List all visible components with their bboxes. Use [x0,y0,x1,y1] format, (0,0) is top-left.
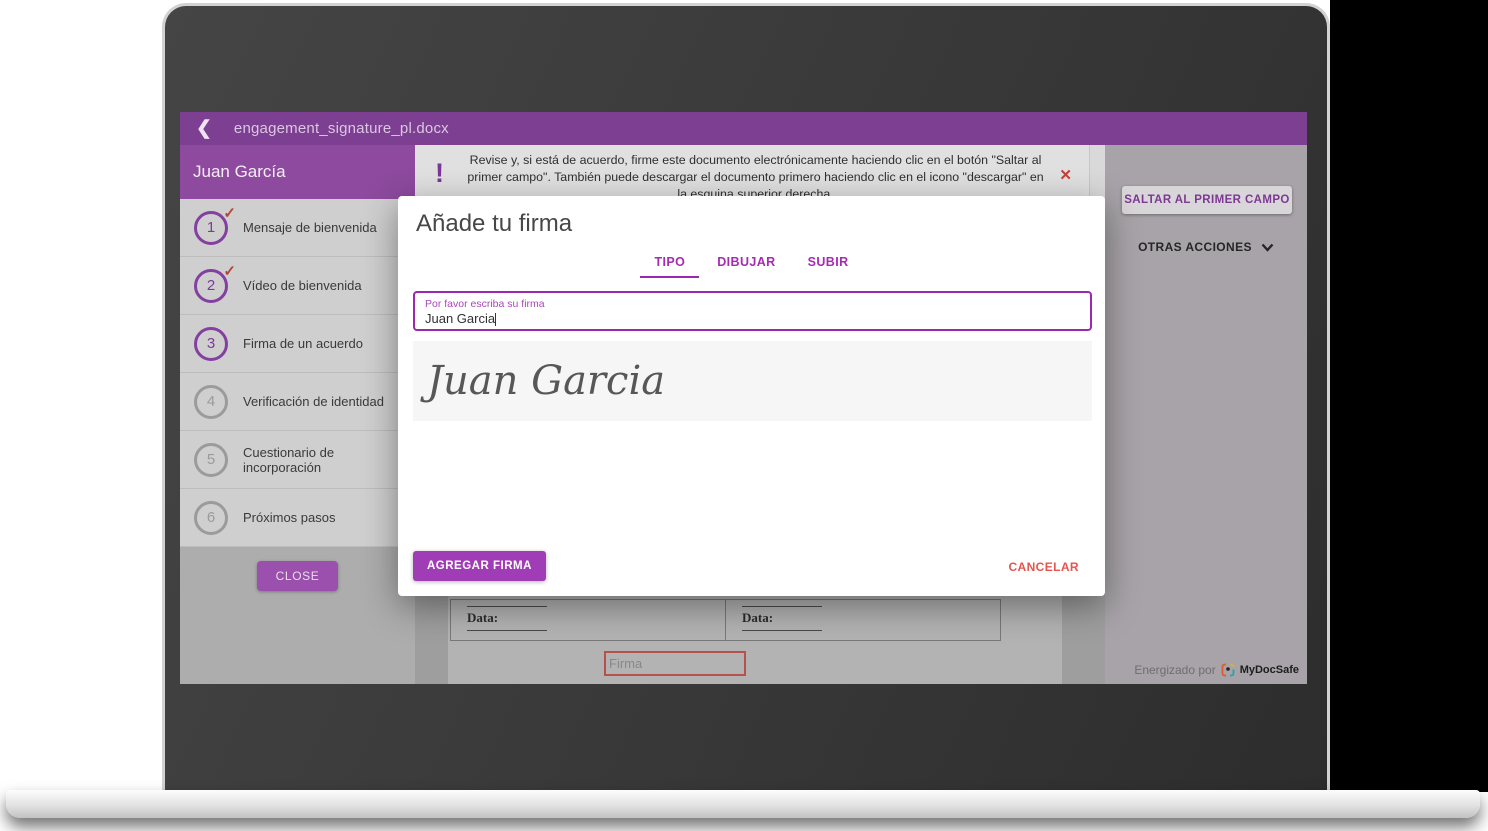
add-signature-modal: Añade tu firma TIPO DIBUJAR SUBIR Por fa… [398,196,1105,596]
step-number-circle: 5 [194,443,228,477]
modal-title: Añade tu firma [416,210,572,238]
actions-panel: SALTAR AL PRIMER CAMPO OTRAS ACCIONES En… [1105,145,1307,684]
sidebar-item-verificacion-de-identidad[interactable]: 4 Verificación de identidad [180,373,415,431]
data-label: Data: [742,610,1000,626]
steps-sidebar: Juan García 1 ✓ Mensaje de bienvenida 2 … [180,145,415,684]
signature-input-label: Por favor escriba su firma [425,298,1080,310]
signature-field[interactable]: Firma [604,651,746,676]
text-caret [495,313,496,326]
signer-name: Juan García [180,145,415,199]
more-actions-label: OTRAS ACCIONES [1138,240,1252,254]
signature-tabs: TIPO DIBUJAR SUBIR [398,246,1105,278]
check-icon: ✓ [223,204,236,222]
step-label: Próximos pasos [243,510,335,525]
step-number-circle: 3 [194,327,228,361]
device-mockup: ❮ engagement_signature_pl.docx Juan Garc… [0,0,1488,831]
powered-by-label: Energizado por [1134,663,1215,677]
date-line [467,629,547,631]
table-cell-right: Data: [725,600,1000,640]
laptop-base [6,790,1480,818]
document-signature-table: Data: Data: [450,599,1001,641]
signature-preview: Juan Garcia [413,341,1092,421]
sidebar-item-firma-de-un-acuerdo[interactable]: 3 Firma de un acuerdo [180,315,415,373]
add-signature-button[interactable]: AGREGAR FIRMA [413,551,546,581]
chevron-down-icon [1261,243,1274,252]
tab-subir[interactable]: SUBIR [794,246,863,278]
tab-tipo[interactable]: TIPO [640,246,699,278]
signature-input-value: Juan Garcia [425,311,1080,326]
date-line [742,629,822,631]
close-button[interactable]: CLOSE [257,561,339,591]
step-label: Vídeo de bienvenida [243,278,362,293]
document-filename: engagement_signature_pl.docx [234,120,449,137]
more-actions-dropdown[interactable]: OTRAS ACCIONES [1105,240,1307,254]
table-cell-left: Data: [451,600,725,640]
signature-line [742,605,822,607]
signature-text-input[interactable]: Por favor escriba su firma Juan Garcia [413,291,1092,331]
sidebar-item-cuestionario-de-incorporacion[interactable]: 5 Cuestionario de incorporación [180,431,415,489]
check-icon: ✓ [223,262,236,280]
step-label: Firma de un acuerdo [243,336,363,351]
exclamation-icon: ! [435,158,444,189]
sidebar-item-mensaje-de-bienvenida[interactable]: 1 ✓ Mensaje de bienvenida [180,199,415,257]
sidebar-footer: CLOSE [180,547,415,684]
mydocsafe-logo-icon [1221,663,1235,677]
data-label: Data: [467,610,725,626]
step-number-circle: 4 [194,385,228,419]
cancel-button[interactable]: CANCELAR [1008,560,1079,574]
close-notification-icon[interactable]: ✕ [1059,166,1072,184]
document-title-bar: ❮ engagement_signature_pl.docx [180,112,1307,145]
background-right [1330,0,1488,792]
step-number-circle: 6 [194,501,228,535]
back-icon[interactable]: ❮ [196,119,212,138]
jump-to-first-field-button[interactable]: SALTAR AL PRIMER CAMPO [1122,186,1292,214]
sidebar-item-video-de-bienvenida[interactable]: 2 ✓ Vídeo de bienvenida [180,257,415,315]
step-label: Mensaje de bienvenida [243,220,377,235]
step-label: Verificación de identidad [243,394,384,409]
step-label: Cuestionario de incorporación [243,445,415,475]
tab-dibujar[interactable]: DIBUJAR [703,246,789,278]
brand-name: MyDocSafe [1240,664,1299,676]
app-window: ❮ engagement_signature_pl.docx Juan Garc… [180,112,1307,684]
powered-by: Energizado por MyDocSafe [1134,663,1299,677]
sidebar-item-proximos-pasos[interactable]: 6 Próximos pasos [180,489,415,547]
signature-line [467,605,547,607]
